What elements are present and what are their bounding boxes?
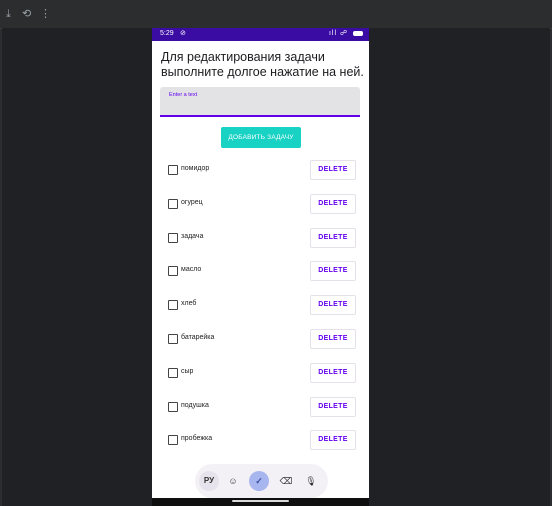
task-checkbox[interactable] <box>168 334 178 344</box>
phone-screen: 5:29 ⊘ ıll ☍ Для редактирования задачи в… <box>152 28 369 506</box>
add-task-button[interactable]: ДОБАВИТЬ ЗАДАЧУ <box>221 127 301 148</box>
backspace-icon[interactable]: ⌫ <box>276 471 296 491</box>
task-input-placeholder: Enter a text <box>169 92 198 98</box>
task-checkbox[interactable] <box>168 198 178 209</box>
confirm-check-icon[interactable]: ✓ <box>249 471 269 491</box>
task-label: батарейка <box>181 334 215 341</box>
delete-task-button[interactable]: DELETE <box>310 295 356 316</box>
status-right-icons: ıll ☍ <box>329 29 363 37</box>
task-text-input[interactable]: Enter a text <box>160 87 360 117</box>
status-time: 5:29 <box>160 30 174 37</box>
instructions-heading: Для редактирования задачи выполните долг… <box>161 50 364 79</box>
delete-task-button[interactable]: DELETE <box>310 193 356 214</box>
task-row[interactable]: подушка DELETE <box>152 396 369 417</box>
navigation-bar <box>152 498 369 506</box>
task-row[interactable]: батарейка DELETE <box>152 329 369 349</box>
battery-icon <box>353 30 363 36</box>
delete-task-button[interactable]: DELETE <box>310 362 356 383</box>
task-label: задача <box>181 232 204 240</box>
home-indicator[interactable] <box>232 500 289 502</box>
task-row[interactable]: пробежка DELETE <box>152 430 369 451</box>
language-switch-button[interactable]: РУ <box>199 471 219 491</box>
task-row[interactable]: задача DELETE <box>152 227 369 248</box>
task-row[interactable]: сыр DELETE <box>152 362 369 383</box>
delete-task-button[interactable]: DELETE <box>310 430 356 451</box>
task-label: масло <box>181 266 202 274</box>
task-checkbox[interactable] <box>168 401 178 412</box>
task-row[interactable]: огурец DELETE <box>152 193 369 214</box>
task-label: пробежка <box>181 435 213 443</box>
emulator-toolbar: ⤓ ⟲ ⋮ <box>0 0 552 29</box>
task-checkbox[interactable] <box>168 232 178 243</box>
delete-task-button[interactable]: DELETE <box>310 160 356 180</box>
task-row[interactable]: помидор DELETE <box>152 160 369 180</box>
signal-wifi-icon: ıll ☍ <box>328 30 349 37</box>
history-icon[interactable]: ⟲ <box>22 8 31 20</box>
delete-task-button[interactable]: DELETE <box>310 227 356 248</box>
task-label: хлеб <box>181 300 197 308</box>
download-icon[interactable]: ⤓ <box>6 8 11 20</box>
task-row[interactable]: хлеб DELETE <box>152 295 369 316</box>
task-checkbox[interactable] <box>168 300 178 311</box>
task-checkbox[interactable] <box>168 165 178 175</box>
keyboard-toolbar: РУ ☺ ✓ ⌫ 🎙 <box>195 464 328 498</box>
task-label: подушка <box>181 401 209 409</box>
emoji-icon[interactable]: ☺ <box>223 471 243 491</box>
task-checkbox[interactable] <box>168 435 178 446</box>
task-label: огурец <box>181 198 203 206</box>
task-label: сыр <box>181 367 194 375</box>
location-off-icon: ⊘ <box>180 30 186 37</box>
task-label: помидор <box>181 165 210 172</box>
task-row[interactable]: масло DELETE <box>152 261 369 282</box>
task-checkbox[interactable] <box>168 266 178 277</box>
microphone-icon[interactable]: 🎙 <box>301 471 321 491</box>
delete-task-button[interactable]: DELETE <box>310 261 356 282</box>
more-vert-icon[interactable]: ⋮ <box>40 8 51 20</box>
delete-task-button[interactable]: DELETE <box>310 396 356 417</box>
status-bar: 5:29 ⊘ ıll ☍ <box>152 28 369 41</box>
task-checkbox[interactable] <box>168 367 178 378</box>
delete-task-button[interactable]: DELETE <box>310 329 356 349</box>
